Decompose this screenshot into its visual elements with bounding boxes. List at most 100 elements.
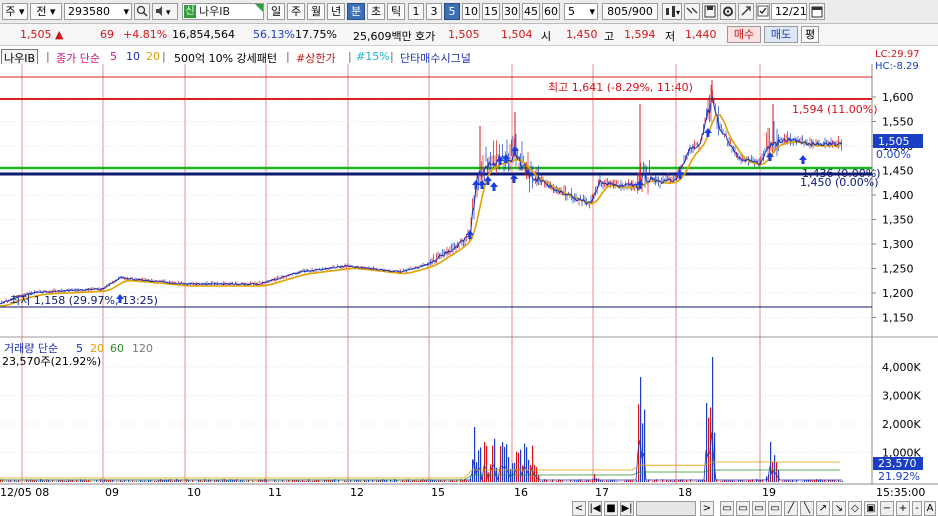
legend-ma10[interactable]: 10	[126, 50, 140, 63]
x-axis-label: 19	[762, 486, 776, 499]
low-label: 저	[665, 30, 676, 43]
chart-type-icon-4[interactable]: ▭	[768, 501, 782, 516]
interval-5[interactable]: 5	[444, 3, 460, 20]
zoom-in-icon[interactable]: +	[896, 501, 910, 516]
drawing-tool-icon-5[interactable]: ◇	[848, 501, 862, 516]
font-size-icon[interactable]: A	[924, 501, 936, 516]
stock-name-field[interactable]: 신 나우IB	[182, 3, 264, 20]
chart-area[interactable]: 최고 1,641 (-8.29%, 11:40) 1,594 (11.00%) …	[0, 64, 938, 516]
drawing-tool-icon-4[interactable]: ↘	[832, 501, 846, 516]
interval-1[interactable]: 1	[408, 3, 424, 20]
save-icon[interactable]	[702, 3, 718, 20]
period-month[interactable]: 월	[307, 3, 325, 20]
svg-text:▾: ▾	[676, 8, 680, 17]
chart-type-icon-3[interactable]: ▭	[752, 501, 766, 516]
search-icon[interactable]	[134, 3, 150, 20]
share-icon[interactable]	[738, 3, 754, 20]
volume-bar	[60, 480, 62, 482]
volume-bar	[86, 480, 88, 482]
volume-bar	[604, 481, 606, 482]
volume-bar	[526, 447, 528, 482]
volume-bar	[506, 444, 508, 482]
drawing-tool-icon-1[interactable]: ╱	[784, 501, 798, 516]
volume-bar	[310, 481, 312, 482]
market-suffix-select[interactable]: 전 ▾	[30, 3, 62, 20]
legend-pct15[interactable]: #15%	[356, 50, 390, 63]
volume-legend-ma60[interactable]: 60	[110, 342, 124, 355]
settings-toggle-icon[interactable]: ▾	[662, 3, 682, 20]
period-tick[interactable]: 틱	[387, 3, 405, 20]
scroll-right-button[interactable]: >	[700, 501, 714, 516]
interval-3[interactable]: 3	[426, 3, 442, 20]
price-tick-label: 1,400	[882, 189, 914, 202]
gear-icon[interactable]	[720, 3, 736, 20]
volume-bar	[238, 481, 240, 482]
period-week[interactable]: 주	[287, 3, 305, 20]
interval-value-input[interactable]: 5 ▾	[564, 3, 598, 20]
interval-60[interactable]: 60	[542, 3, 560, 20]
volume-bar	[582, 481, 584, 482]
volume-bar	[228, 480, 230, 482]
interval-10[interactable]: 10	[462, 3, 480, 20]
period-second[interactable]: 초	[367, 3, 385, 20]
high-price: 1,594	[624, 28, 656, 41]
volume-bar	[468, 480, 470, 482]
date-input[interactable]: 12/21	[771, 3, 807, 20]
scroll-left-button[interactable]: <	[572, 501, 586, 516]
volume-bar	[636, 480, 638, 482]
volume-bar	[804, 480, 806, 482]
stock-code-input[interactable]: 293580 ▾	[64, 3, 132, 20]
volume-bar	[36, 480, 38, 482]
volume-bar	[366, 480, 368, 482]
volume-bar	[236, 479, 238, 482]
volume-current-pct: 21.92%	[878, 470, 920, 483]
interval-15[interactable]: 15	[482, 3, 500, 20]
chart-type-icon-1[interactable]: ▭	[720, 501, 734, 516]
period-day[interactable]: 일	[267, 3, 285, 20]
volume-bar	[384, 480, 386, 482]
volume-bar	[76, 480, 78, 482]
collapse-icon[interactable]: -	[912, 501, 922, 516]
volume-bar	[6, 481, 8, 482]
period-year[interactable]: 년	[327, 3, 345, 20]
interval-30[interactable]: 30	[502, 3, 520, 20]
volume-bar	[508, 457, 510, 482]
period-minute[interactable]: 분	[347, 3, 365, 20]
volume-bar	[116, 481, 118, 482]
first-page-icon[interactable]: |◀	[588, 501, 602, 516]
scrollbar-track[interactable]	[636, 501, 696, 516]
count-field[interactable]: 805/900	[602, 3, 658, 20]
volume-bar	[486, 446, 488, 482]
volume-bar	[614, 480, 616, 482]
drawing-tool-icon-2[interactable]: ╲	[800, 501, 814, 516]
volume-bar	[512, 463, 514, 482]
stop-icon[interactable]: ■	[604, 501, 618, 516]
volume-legend-ma5[interactable]: 5	[76, 342, 83, 355]
calendar-icon[interactable]	[809, 3, 825, 20]
volume-legend-ma20[interactable]: 20	[90, 342, 104, 355]
volume-legend-ma120[interactable]: 120	[132, 342, 153, 355]
buy-button[interactable]: 매수	[727, 26, 761, 43]
chart-type-icon-2[interactable]: ▭	[736, 501, 750, 516]
legend-ma5[interactable]: 5	[110, 50, 117, 63]
sell-button[interactable]: 매도	[764, 26, 798, 43]
zoom-out-icon[interactable]: −	[880, 501, 894, 516]
last-page-icon[interactable]: ▶|	[620, 501, 634, 516]
volume-legend-label[interactable]: 거래량 단순	[4, 342, 58, 355]
market-select[interactable]: 주 ▾	[2, 3, 28, 20]
legend-ma20[interactable]: 20	[146, 50, 160, 63]
volume-bar	[412, 480, 414, 482]
expand-icon[interactable]	[684, 3, 700, 20]
interval-45[interactable]: 45	[522, 3, 540, 20]
volume-bar	[244, 481, 246, 482]
volume-bar	[202, 481, 204, 482]
price-tick-label: 1,550	[882, 116, 914, 129]
volume-bar	[708, 417, 710, 482]
drawing-tool-icon-3[interactable]: ↗	[816, 501, 830, 516]
volume-bar	[122, 481, 124, 482]
eval-button[interactable]: 평	[801, 26, 819, 43]
date-checkbox[interactable]	[756, 3, 770, 20]
sound-icon[interactable]: ▾	[152, 3, 178, 20]
drawing-tool-icon-6[interactable]: ▣	[864, 501, 878, 516]
volume-bar	[812, 480, 814, 482]
